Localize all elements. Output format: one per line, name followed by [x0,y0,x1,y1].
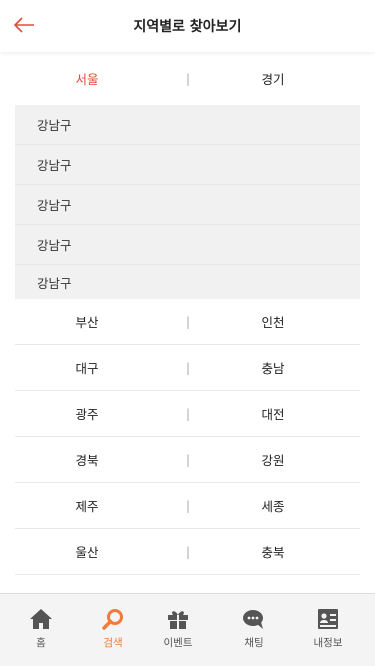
region-busan[interactable]: 부산 [59,299,115,344]
region-row: 서울 | 경기 [15,52,360,105]
region-row: 경북 | 강원 [15,437,360,483]
region-daejeon[interactable]: 대전 [245,391,301,436]
district-item[interactable]: 강남구 [15,145,360,185]
region-chungnam[interactable]: 충남 [245,345,301,390]
tab-label: 검색 [103,637,123,649]
region-incheon[interactable]: 인천 [245,299,301,344]
region-list: 서울 | 경기 강남구 강남구 강남구 강남구 강남구 부산 | 인천 대구 |… [0,52,375,575]
separator: | [186,360,191,375]
tab-chat[interactable]: 채팅 [224,608,284,650]
separator: | [186,544,191,559]
gift-icon [168,611,188,629]
district-item[interactable]: 강남구 [15,225,360,265]
page-title: 지역별로 찾아보기 [133,19,242,35]
separator: | [186,406,191,421]
separator: | [186,452,191,467]
region-ulsan[interactable]: 울산 [59,529,115,574]
separator: | [186,498,191,513]
tab-label: 채팅 [244,637,264,649]
search-icon [102,609,123,630]
region-gwangju[interactable]: 광주 [59,391,115,436]
region-jeju[interactable]: 제주 [59,483,115,528]
region-row: 울산 | 충북 [15,529,360,575]
district-item[interactable]: 강남구 [15,265,360,299]
bottom-tab-bar: 홈 검색 이벤트 채팅 내정보 [0,593,375,666]
tab-label: 이벤트 [163,637,193,649]
region-seoul[interactable]: 서울 [59,52,115,105]
home-icon [30,609,52,629]
district-item[interactable]: 강남구 [15,105,360,145]
profile-card-icon [318,609,338,629]
separator: | [186,314,191,329]
region-gangwon[interactable]: 강원 [245,437,301,482]
tab-search[interactable]: 검색 [83,608,143,650]
tab-home[interactable]: 홈 [11,608,71,650]
region-gyeonggi[interactable]: 경기 [245,52,301,105]
region-chungbuk[interactable]: 충북 [245,529,301,574]
district-panel: 강남구 강남구 강남구 강남구 강남구 [15,105,360,299]
district-item[interactable]: 강남구 [15,185,360,225]
region-row: 광주 | 대전 [15,391,360,437]
region-row: 대구 | 충남 [15,345,360,391]
region-sejong[interactable]: 세종 [245,483,301,528]
tab-label: 내정보 [313,637,343,649]
tab-event[interactable]: 이벤트 [148,608,208,650]
region-gyeongbuk[interactable]: 경북 [59,437,115,482]
app-header: 지역별로 찾아보기 [0,0,375,52]
chat-icon [243,610,263,629]
region-row: 부산 | 인천 [15,299,360,345]
tab-label: 홈 [36,637,46,649]
region-daegu[interactable]: 대구 [59,345,115,390]
separator: | [186,71,191,86]
region-row: 제주 | 세종 [15,483,360,529]
tab-my-info[interactable]: 내정보 [298,608,358,650]
